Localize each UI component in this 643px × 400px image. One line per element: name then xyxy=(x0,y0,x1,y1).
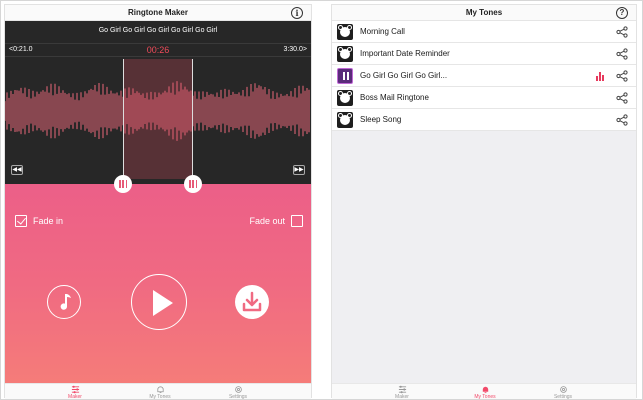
selection-start-handle[interactable] xyxy=(114,175,132,193)
fade-out-toggle[interactable]: Fade out xyxy=(249,215,303,227)
maker-title: Ringtone Maker xyxy=(5,5,311,21)
tab-my-tones[interactable]: My Tones xyxy=(465,385,505,400)
download-icon xyxy=(242,291,262,312)
tone-name: Important Date Reminder xyxy=(360,49,450,58)
share-icon[interactable] xyxy=(616,114,628,126)
equalizer-icon xyxy=(596,72,606,81)
gear-icon xyxy=(559,386,567,393)
tab-maker-label: Maker xyxy=(68,394,82,400)
fade-in-checkbox[interactable] xyxy=(15,215,27,227)
controls-area: Fade in Fade out xyxy=(5,175,311,383)
tab-settings[interactable]: Settings xyxy=(543,385,583,400)
selection-end-handle[interactable] xyxy=(184,175,202,193)
selection-region[interactable] xyxy=(123,59,193,179)
app-frame: Ringtone Maker i Go Girl Go Girl Go Girl… xyxy=(0,0,643,400)
share-icon[interactable] xyxy=(616,70,628,82)
list-item[interactable]: Boss Mail Ringtone xyxy=(332,87,636,109)
list-item[interactable]: Sleep Song xyxy=(332,109,636,131)
time-current: 00:26 xyxy=(146,45,170,55)
timeline-row: <0:21.0 00:26 3:30.0> xyxy=(5,43,311,57)
tab-my-tones-label: My Tones xyxy=(149,394,171,400)
play-button[interactable] xyxy=(131,274,187,330)
save-download-button[interactable] xyxy=(235,285,269,319)
help-icon[interactable]: ? xyxy=(616,7,628,19)
tab-my-tones-label: My Tones xyxy=(474,394,496,400)
tab-bar-right: Maker My Tones Settings xyxy=(332,383,636,400)
pause-icon xyxy=(342,72,350,80)
bell-icon xyxy=(482,386,488,394)
list-item[interactable]: Important Date Reminder xyxy=(332,43,636,65)
tab-settings[interactable]: Settings xyxy=(218,385,258,400)
share-icon[interactable] xyxy=(616,48,628,60)
play-icon xyxy=(153,290,173,316)
music-note-icon xyxy=(60,294,71,310)
tone-thumbnail xyxy=(337,24,353,40)
tone-name: Go Girl Go Girl Go Girl... xyxy=(360,71,448,80)
my-tones-title: My Tones xyxy=(332,5,636,21)
tone-name: Sleep Song xyxy=(360,115,402,124)
choose-music-button[interactable] xyxy=(47,285,81,319)
gear-icon xyxy=(234,386,242,393)
tone-name: Boss Mail Ringtone xyxy=(360,93,429,102)
rewind-icon[interactable]: ◀◀ xyxy=(11,165,23,175)
share-icon[interactable] xyxy=(616,92,628,104)
tab-settings-label: Settings xyxy=(553,394,573,400)
tone-thumbnail-playing xyxy=(337,68,353,84)
tab-settings-label: Settings xyxy=(228,394,248,400)
tab-maker-label: Maker xyxy=(395,394,409,400)
tab-my-tones[interactable]: My Tones xyxy=(140,385,180,400)
tab-maker[interactable]: Maker xyxy=(55,385,95,400)
my-tones-panel: My Tones ? Morning Call Important Date R… xyxy=(331,4,637,400)
tone-name: Morning Call xyxy=(360,27,405,36)
info-icon[interactable]: i xyxy=(291,7,303,19)
fast-forward-icon[interactable]: ▶▶ xyxy=(293,165,305,175)
tab-bar-left: Maker My Tones Settings xyxy=(5,383,311,400)
song-name: Go Girl Go Girl Go Girl Go Girl Go Girl xyxy=(98,27,218,34)
fade-in-toggle[interactable]: Fade in xyxy=(15,215,63,227)
fade-out-label: Fade out xyxy=(249,216,285,226)
sliders-icon xyxy=(71,385,79,394)
fade-out-checkbox[interactable] xyxy=(291,215,303,227)
fade-in-label: Fade in xyxy=(33,216,64,226)
tab-maker[interactable]: Maker xyxy=(382,385,422,400)
list-item[interactable]: Morning Call xyxy=(332,21,636,43)
list-item[interactable]: Go Girl Go Girl Go Girl... xyxy=(332,65,636,87)
tone-thumbnail xyxy=(337,90,353,106)
ringtone-maker-panel: Ringtone Maker i Go Girl Go Girl Go Girl… xyxy=(4,4,312,400)
sliders-icon xyxy=(398,385,406,394)
share-icon[interactable] xyxy=(616,26,628,38)
tone-thumbnail xyxy=(337,46,353,62)
bell-icon xyxy=(156,386,164,394)
tone-thumbnail xyxy=(337,112,353,128)
tones-list: Morning Call Important Date Reminder Go … xyxy=(332,21,636,131)
waveform-editor: Go Girl Go Girl Go Girl Go Girl Go Girl … xyxy=(5,21,311,184)
time-end[interactable]: 3:30.0> xyxy=(283,46,307,53)
